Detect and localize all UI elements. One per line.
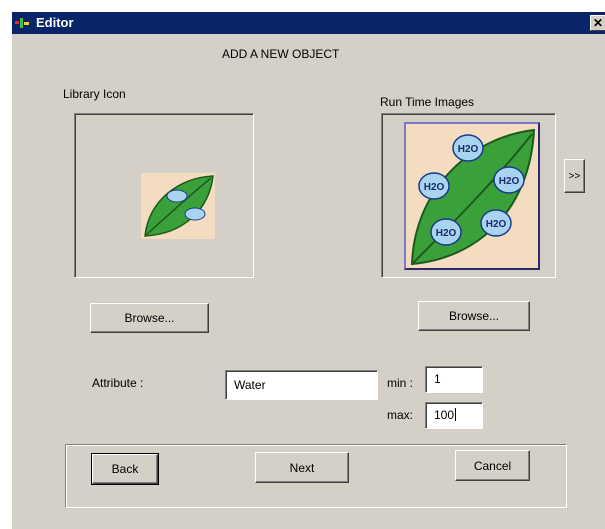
next-button[interactable]: Next: [255, 452, 349, 483]
editor-window: Editor ✕ ADD A NEW OBJECT Library Icon B…: [11, 11, 605, 529]
max-label: max:: [387, 408, 414, 422]
molecule-label: H2O: [458, 144, 479, 155]
leaf-runtime-image: H2O H2O H2O H2O H2O: [406, 124, 538, 268]
runtime-image-preview: H2O H2O H2O H2O H2O: [381, 113, 556, 278]
runtime-images-label: Run Time Images: [380, 95, 475, 109]
attribute-value: Water: [234, 378, 266, 392]
cancel-button[interactable]: Cancel: [455, 450, 530, 481]
app-icon: [15, 18, 29, 28]
molecule-label: H2O: [424, 182, 445, 193]
title-bar[interactable]: Editor ✕: [12, 12, 605, 34]
max-value: 100: [434, 408, 455, 422]
max-input[interactable]: 100: [425, 402, 483, 429]
min-value: 1: [434, 372, 441, 386]
back-button[interactable]: Back: [91, 453, 159, 485]
attribute-label: Attribute :: [92, 376, 144, 390]
min-input[interactable]: 1: [425, 366, 483, 393]
molecule-label: H2O: [486, 219, 507, 230]
min-label: min :: [387, 376, 414, 390]
attribute-input[interactable]: Water: [225, 370, 378, 400]
library-icon-preview: [74, 113, 254, 278]
leaf-thumbnail-image: [141, 173, 215, 239]
next-image-button[interactable]: >>: [564, 159, 585, 193]
molecule-label: H2O: [499, 176, 520, 187]
window-title: Editor: [36, 15, 74, 30]
molecule-label: H2O: [436, 228, 457, 239]
library-icon-label: Library Icon: [63, 87, 126, 101]
library-browse-button[interactable]: Browse...: [90, 303, 209, 333]
page-heading: ADD A NEW OBJECT: [222, 47, 340, 61]
close-icon: ✕: [592, 16, 604, 30]
runtime-image-frame: H2O H2O H2O H2O H2O: [404, 122, 540, 270]
text-caret: [455, 408, 457, 421]
runtime-browse-button[interactable]: Browse...: [418, 301, 530, 331]
close-button[interactable]: ✕: [590, 15, 605, 31]
